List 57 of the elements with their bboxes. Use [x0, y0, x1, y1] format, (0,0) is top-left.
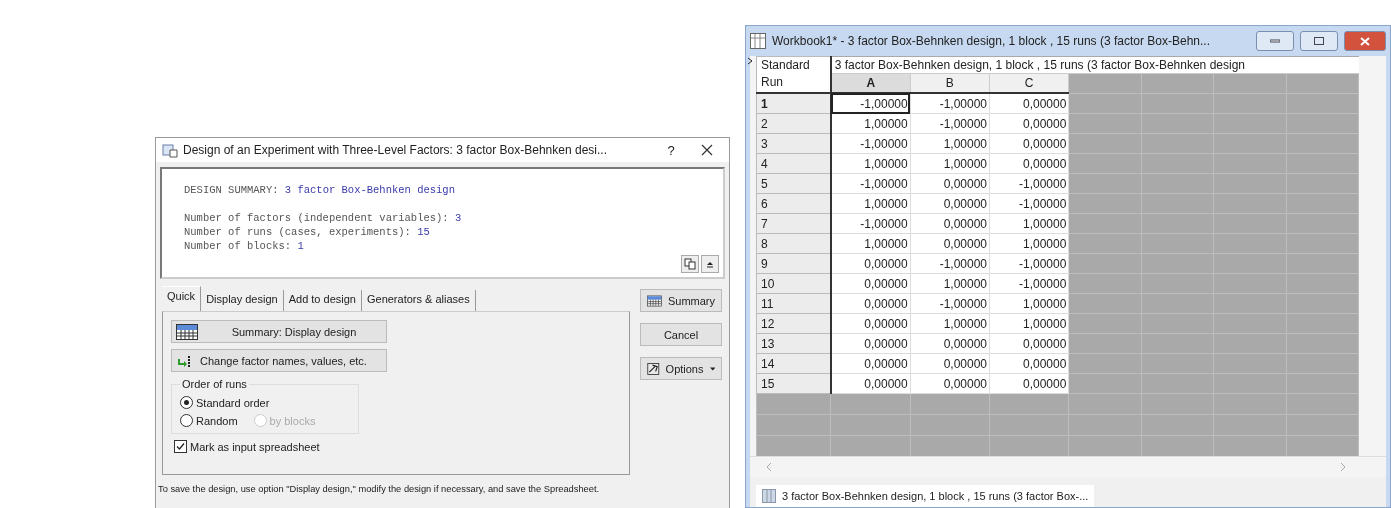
row-header[interactable]: 11 [756, 293, 831, 314]
row-header[interactable]: 6 [756, 193, 831, 214]
radio-option[interactable]: Random [180, 414, 238, 427]
sheet-tab[interactable]: 3 factor Box-Behnken design, 1 block , 15 runs (3 factor Box-... [756, 485, 1095, 507]
copy-button[interactable] [681, 255, 699, 273]
sheet-icon [762, 489, 776, 503]
help-button[interactable]: ? [656, 142, 686, 158]
row-header[interactable]: 9 [756, 253, 831, 274]
row-header[interactable]: 15 [756, 373, 831, 394]
horizontal-scrollbar[interactable] [750, 456, 1386, 477]
row-header[interactable]: 1 [756, 93, 831, 114]
group-title: Order of runs [181, 378, 248, 390]
row-header[interactable]: 14 [756, 353, 831, 374]
collapse-icon [706, 260, 714, 268]
summary-line: Number of blocks: 1 [184, 239, 305, 253]
table-icon [647, 292, 662, 309]
row-header[interactable]: 12 [756, 313, 831, 334]
spreadsheet-title: 3 factor Box-Behnken design, 1 block , 15 runs (3 factor Box-Behnken design [830, 56, 1359, 73]
change-factors-button[interactable]: Change factor names, values, etc. [171, 349, 387, 372]
row-header[interactable]: 10 [756, 273, 831, 294]
row-header[interactable]: 8 [756, 233, 831, 254]
window-title: Workbook1* - 3 factor Box-Behnken design, 1 block , 15 runs (3 factor Box-Behn... [772, 34, 1211, 48]
row-header[interactable]: 13 [756, 333, 831, 354]
table-cell[interactable]: -1,00000 [830, 93, 911, 114]
hint-text: To save the design, use option "Display design," modify the design if necessary, and save the Spreadsheet. [157, 483, 601, 494]
dialog-app-icon [162, 142, 178, 158]
table-icon [176, 323, 198, 340]
close-icon [1360, 36, 1370, 46]
input-spreadsheet-checkbox[interactable]: Mark as input spreadsheet [174, 440, 621, 453]
options-button[interactable]: Options [640, 357, 722, 380]
maximize-button[interactable] [1300, 31, 1338, 51]
case-header: Standard Run [756, 56, 831, 93]
minimize-button[interactable] [1256, 31, 1294, 51]
close-button[interactable] [1344, 31, 1386, 51]
caret-icon [709, 366, 715, 371]
radio-option[interactable]: Standard order [180, 396, 350, 409]
close-icon[interactable] [701, 144, 713, 156]
row-header[interactable]: 2 [756, 113, 831, 134]
maximize-icon [1314, 37, 1324, 45]
tab[interactable]: Quick [162, 286, 202, 311]
dialog-title: Design of an Experiment with Three-Level Factors: 3 factor Box-Behnken desi... [183, 143, 608, 157]
row-header[interactable]: 3 [756, 133, 831, 154]
minimize-icon [1270, 39, 1280, 43]
copy-icon [684, 258, 696, 270]
display-design-button[interactable]: Summary: Display design [171, 320, 387, 343]
summary-line: Number of factors (independent variables): 3 [184, 211, 463, 225]
cancel-button[interactable]: Cancel [640, 323, 722, 346]
options-icon [647, 360, 660, 377]
summary-heading: DESIGN SUMMARY: 3 factor Box-Behnken design [184, 183, 456, 197]
summary-button[interactable]: Summary [640, 289, 722, 312]
row-header[interactable]: 5 [756, 173, 831, 194]
summary-line: Number of runs (cases, experiments): 15 [184, 225, 431, 239]
row-header[interactable]: 7 [756, 213, 831, 234]
collapse-button[interactable] [701, 255, 719, 273]
row-header[interactable]: 4 [756, 153, 831, 174]
spreadsheet-icon [750, 33, 766, 49]
check-icon [176, 442, 185, 451]
